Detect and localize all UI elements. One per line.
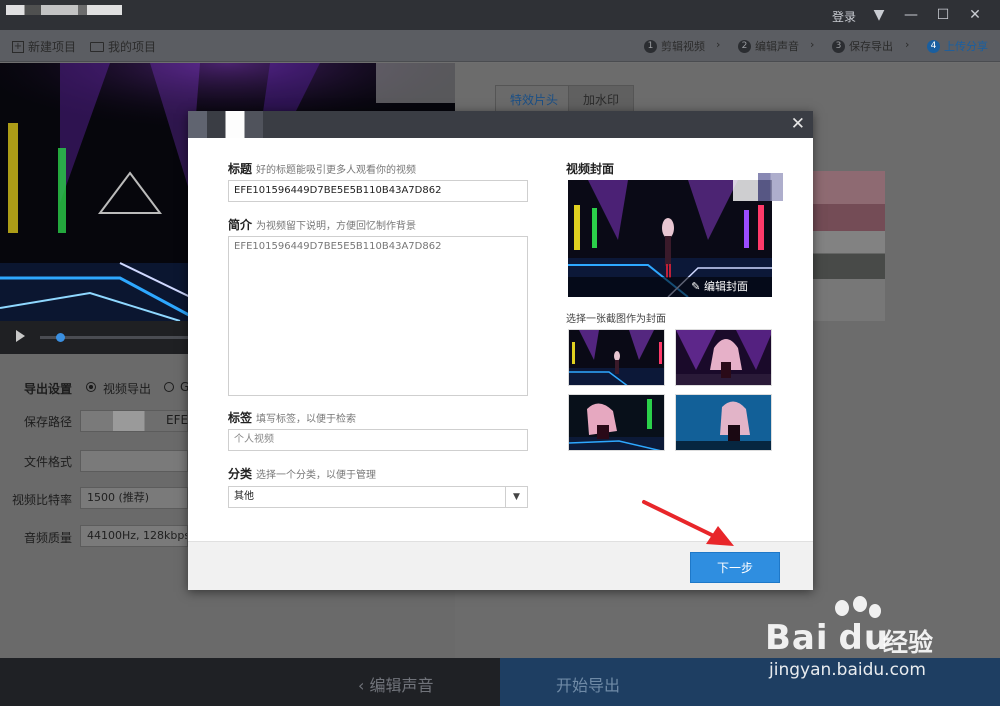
chevron-right-icon: › [905, 38, 910, 51]
folder-icon [90, 41, 104, 52]
title-bar: 登录 ▼ — ☐ ✕ [0, 0, 1000, 30]
frame-image [676, 395, 771, 450]
close-window-icon[interactable]: ✕ [962, 4, 988, 26]
my-project-button[interactable]: 我的项目 [90, 38, 156, 55]
close-icon[interactable]: ✕ [791, 114, 805, 134]
file-format-select[interactable] [80, 450, 188, 472]
frame-image [569, 395, 664, 450]
next-step-button[interactable]: 下一步 [690, 552, 780, 583]
tab-watermark[interactable]: 加水印 [568, 85, 635, 113]
paw-icon [853, 596, 867, 612]
watermark-url: jingyan.baidu.com [769, 660, 926, 680]
app-logo [6, 5, 122, 15]
intro-textarea[interactable]: EFE101596449D7BE5E5B110B43A7D862 [228, 236, 528, 396]
login-link[interactable]: 登录 [832, 8, 856, 25]
paw-icon [869, 604, 881, 618]
dialog-title-pixelated [188, 111, 282, 138]
annotation-arrow-icon [642, 500, 734, 546]
plus-box-icon: + [12, 40, 24, 53]
category-field-label: 分类 选择一个分类，以便于管理 [228, 467, 377, 481]
category-select[interactable]: 其他 ▼ [228, 486, 528, 508]
paw-icon [835, 600, 849, 616]
menu-icon[interactable]: ▼ [866, 4, 892, 26]
new-project-button[interactable]: + 新建项目 [12, 38, 76, 55]
tags-field-label: 标签 填写标签，以便于检索 [228, 411, 357, 425]
pencil-icon: ✎ [691, 280, 704, 293]
seek-handle[interactable] [56, 333, 65, 342]
jingyan-logo-text: 经验 [883, 628, 934, 657]
frame-thumbnail[interactable] [568, 329, 665, 386]
dialog-header: ✕ [188, 111, 813, 138]
pixelated-overlay [733, 173, 783, 201]
title-field-label: 标题 好的标题能吸引更多人观看你的视频 [228, 162, 417, 176]
blurred-preview [813, 171, 885, 321]
tab-intro-effects[interactable]: 特效片头 [495, 85, 574, 113]
chevron-right-icon: › [810, 38, 815, 51]
audio-quality-select[interactable]: 44100Hz, 128kbps [80, 525, 188, 547]
minimize-icon[interactable]: — [898, 4, 924, 26]
baidu-logo-text: Bai du [765, 618, 890, 658]
intro-field-label: 简介 为视频留下说明，方便回忆制作背景 [228, 218, 417, 232]
radio-other[interactable] [164, 382, 174, 392]
baidu-jingyan-watermark: Bai du 经验 jingyan.baidu.com [765, 596, 995, 686]
radio-video-export[interactable] [86, 382, 96, 392]
step-3[interactable]: 3 保存导出 [832, 38, 893, 54]
title-input[interactable]: EFE101596449D7BE5E5B110B43A7D862 [228, 180, 528, 202]
play-icon[interactable] [16, 330, 25, 342]
choose-frame-label: 选择一张截图作为封面 [566, 314, 666, 325]
bitrate-select[interactable]: 1500 (推荐) [80, 487, 188, 509]
frame-thumbnail[interactable] [675, 329, 772, 386]
maximize-icon[interactable]: ☐ [930, 4, 956, 26]
chevron-right-icon: › [716, 38, 721, 51]
frame-thumbnail[interactable] [675, 394, 772, 451]
step-2[interactable]: 2 编辑声音 [738, 38, 799, 54]
toolbar: + 新建项目 我的项目 1 剪辑视频 › 2 编辑声音 › 3 保存导出 › 4 上传分… [0, 30, 1000, 62]
step-4[interactable]: 4 上传分享 [927, 38, 988, 54]
edit-cover-button[interactable]: ✎ 编辑封面 [568, 277, 772, 297]
frame-thumbnail[interactable] [568, 394, 665, 451]
back-to-audio-button[interactable]: ‹ 编辑声音 [358, 672, 434, 696]
dropdown-arrow-icon[interactable]: ▼ [505, 487, 527, 507]
cover-label: 视频封面 [566, 162, 615, 176]
frame-image [569, 330, 664, 385]
tags-input[interactable]: 个人视频 [228, 429, 528, 451]
step-1[interactable]: 1 剪辑视频 [644, 38, 705, 54]
frame-image [676, 330, 771, 385]
